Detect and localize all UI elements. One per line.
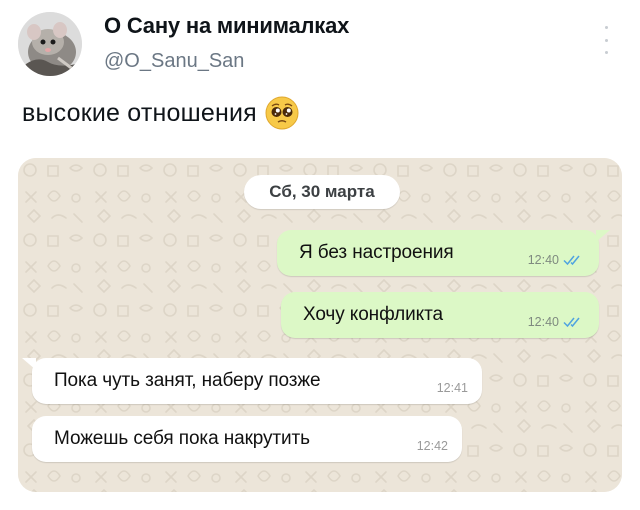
outgoing-message[interactable]: Я без настроения 12:40	[277, 230, 599, 276]
message-text: Пока чуть занят, наберу позже	[54, 370, 321, 391]
chat-screenshot: Сб, 30 марта Я без настроения 12:40 Хочу…	[18, 158, 622, 492]
tweet-text: высокие отношения	[22, 96, 299, 130]
incoming-message[interactable]: Можешь себя пока накрутить 12:42	[32, 416, 462, 462]
message-text: Хочу конфликта	[303, 304, 443, 325]
message-time: 12:40	[527, 315, 559, 329]
tweet-card: О Сану на минималках @O_Sanu_San высокие…	[0, 0, 640, 510]
incoming-message[interactable]: Пока чуть занят, наберу позже 12:41	[32, 358, 482, 404]
tweet-text-content: высокие отношения	[22, 98, 257, 127]
outgoing-message[interactable]: Хочу конфликта 12:40	[281, 292, 599, 338]
rat-avatar-icon	[18, 12, 82, 76]
avatar[interactable]	[18, 12, 82, 76]
message-meta: 12:40	[528, 315, 585, 329]
more-options-icon[interactable]	[596, 26, 616, 54]
double-check-read-icon	[563, 255, 580, 266]
double-check-read-icon	[563, 317, 580, 328]
message-meta: 12:42	[417, 439, 448, 453]
message-meta: 12:40	[528, 253, 585, 267]
message-text: Я без настроения	[299, 242, 454, 263]
author-name[interactable]: О Сану на минималках	[104, 13, 349, 39]
date-separator: Сб, 30 марта	[244, 175, 400, 209]
author-handle[interactable]: @O_Sanu_San	[104, 50, 244, 73]
message-time: 12:42	[416, 439, 448, 453]
pleading-face-emoji-icon	[265, 96, 299, 130]
message-time: 12:40	[527, 253, 559, 267]
bubble-tail	[22, 358, 36, 370]
message-text: Можешь себя пока накрутить	[54, 428, 310, 449]
message-meta: 12:41	[437, 381, 468, 395]
bubble-tail	[596, 230, 610, 242]
message-time: 12:41	[436, 381, 468, 395]
